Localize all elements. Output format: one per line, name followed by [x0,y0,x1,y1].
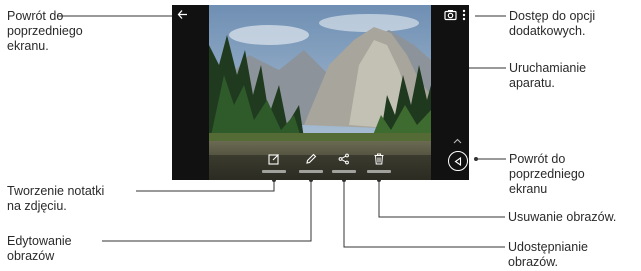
share-label-bar [332,170,356,173]
edit-label-bar [299,170,323,173]
callout-more-options: Dostęp do opcji dodatkowych. [509,9,596,38]
pencil-icon [306,153,317,164]
callout-memo: Tworzenie notatki na zdjęciu. [7,184,105,213]
phone-screen [172,5,469,180]
memo-button[interactable] [265,150,283,168]
edit-button[interactable] [302,150,320,168]
callout-back-nav: Powrót do poprzedniego ekranu [509,152,585,196]
share-icon [338,153,349,165]
delete-label-bar [367,170,391,173]
memo-label-bar [262,170,286,173]
callout-back-top: Powrót do poprzedniego ekranu. [7,9,83,53]
camera-icon[interactable] [444,9,457,23]
memo-icon [268,154,279,165]
chevron-up-icon[interactable] [453,133,462,146]
nav-back-icon [454,156,462,166]
back-arrow-icon[interactable] [177,9,188,22]
callout-delete: Usuwanie obrazów. [508,210,617,224]
share-button[interactable] [335,150,353,168]
more-vertical-icon[interactable] [462,9,466,23]
trash-icon [374,153,384,165]
callout-edit: Edytowanie obrazów [7,234,72,263]
callout-share: Udostępnianie obrazów. [508,240,588,269]
nav-back-button[interactable] [448,151,468,171]
callout-camera: Uruchamianie aparatu. [509,61,587,90]
delete-button[interactable] [370,150,388,168]
gallery-photo [209,5,431,180]
